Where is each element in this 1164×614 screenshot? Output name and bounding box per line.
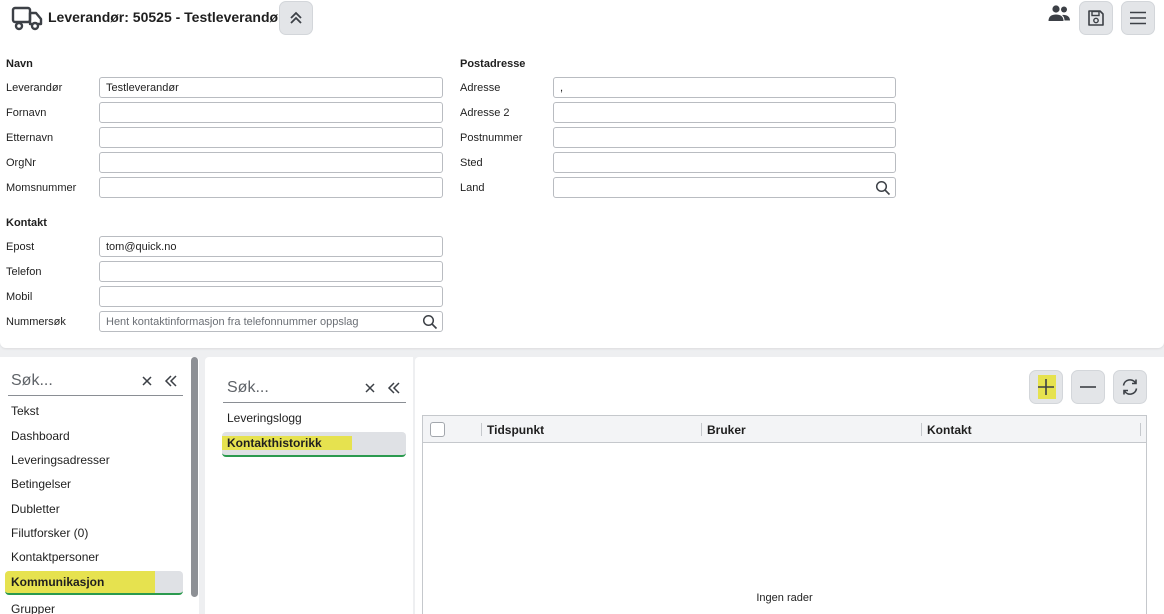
data-grid: Tidspunkt Bruker Kontakt Ingen rader	[422, 415, 1147, 614]
scrollbar[interactable]	[191, 357, 198, 597]
column-separator	[481, 423, 482, 436]
section-heading-kontakt: Kontakt	[6, 217, 47, 229]
add-row-button[interactable]	[1029, 370, 1063, 404]
refresh-icon	[1122, 379, 1138, 395]
clear-search-icon[interactable]	[141, 375, 153, 387]
nav-item-dashboard[interactable]: Dashboard	[11, 429, 70, 443]
label-fornavn: Fornavn	[6, 107, 47, 119]
floppy-disk-icon	[1088, 10, 1104, 26]
search-underline	[223, 402, 406, 403]
column-header-bruker[interactable]: Bruker	[707, 423, 746, 437]
hamburger-icon	[1130, 11, 1146, 25]
column-separator	[701, 423, 702, 436]
select-all-checkbox[interactable]	[430, 422, 445, 437]
search-icon[interactable]	[875, 180, 891, 196]
epost-input[interactable]	[99, 236, 443, 257]
empty-state-text: Ingen rader	[756, 592, 813, 604]
collapse-header-button[interactable]	[279, 1, 313, 35]
label-mobil: Mobil	[6, 291, 33, 303]
nav-item-betingelser[interactable]: Betingelser	[11, 477, 71, 491]
collapse-panel-icon[interactable]	[164, 375, 178, 387]
label-postnummer: Postnummer	[460, 132, 523, 144]
minus-icon	[1080, 386, 1096, 388]
search-icon[interactable]	[422, 314, 438, 330]
telefon-input[interactable]	[99, 261, 443, 282]
label-adresse-2: Adresse 2	[460, 107, 510, 119]
supplier-form-card: Leverandør: 50525 - Testleverandør Navn …	[0, 0, 1164, 348]
label-sted: Sted	[460, 157, 483, 169]
adresse-input[interactable]	[553, 77, 896, 98]
nav-item-tekst[interactable]: Tekst	[11, 404, 39, 418]
adresse-2-input[interactable]	[553, 102, 896, 123]
nav-item-label: Kommunikasjon	[11, 575, 105, 589]
label-nummersok: Nummersøk	[6, 316, 66, 328]
double-chevron-up-icon	[290, 11, 302, 24]
clear-search-icon[interactable]	[364, 382, 376, 394]
etternavn-input[interactable]	[99, 127, 443, 148]
column-separator	[921, 423, 922, 436]
momsnummer-input[interactable]	[99, 177, 443, 198]
contact-history-panel: Tidspunkt Bruker Kontakt Ingen rader	[415, 357, 1164, 614]
refresh-button[interactable]	[1113, 370, 1147, 404]
label-leverandor: Leverandør	[6, 82, 63, 94]
label-epost: Epost	[6, 241, 35, 253]
sub-nav-item-label: Kontakthistorikk	[227, 436, 322, 450]
nav-item-kommunikasjon[interactable]: Kommunikasjon	[5, 571, 183, 595]
nav-item-grupper[interactable]: Grupper	[11, 602, 55, 614]
label-etternavn: Etternavn	[6, 132, 54, 144]
label-momsnummer: Momsnummer	[6, 182, 77, 194]
column-header-kontakt[interactable]: Kontakt	[927, 423, 972, 437]
nummersok-input[interactable]	[99, 311, 443, 332]
land-input[interactable]	[553, 177, 896, 198]
nav-item-kontaktpersoner[interactable]: Kontaktpersoner	[11, 550, 99, 564]
label-land: Land	[460, 182, 485, 194]
left-nav-search-input[interactable]: Søk...	[11, 372, 53, 390]
mobil-input[interactable]	[99, 286, 443, 307]
left-navigation-panel: Søk... Tekst Dashboard Leveringsadresser…	[0, 357, 199, 614]
column-separator	[1140, 423, 1141, 436]
sted-input[interactable]	[553, 152, 896, 173]
label-telefon: Telefon	[6, 266, 42, 278]
people-icon[interactable]	[1047, 3, 1071, 25]
leverandor-input[interactable]	[99, 77, 443, 98]
sub-nav-item-leveringslogg[interactable]: Leveringslogg	[227, 411, 302, 425]
page-title: Leverandør: 50525 - Testleverandør	[48, 9, 284, 25]
grid-header: Tidspunkt Bruker Kontakt	[423, 416, 1146, 443]
section-heading-postadresse: Postadresse	[460, 58, 526, 70]
nav-item-filutforsker[interactable]: Filutforsker (0)	[11, 526, 88, 540]
nav-item-leveringsadresser[interactable]: Leveringsadresser	[11, 453, 110, 467]
plus-icon	[1038, 379, 1054, 395]
menu-button[interactable]	[1121, 1, 1155, 35]
postnummer-input[interactable]	[553, 127, 896, 148]
label-adresse: Adresse	[460, 82, 501, 94]
sub-nav-item-kontakthistorikk[interactable]: Kontakthistorikk	[222, 432, 406, 457]
label-orgnr: OrgNr	[6, 157, 36, 169]
column-header-tidspunkt[interactable]: Tidspunkt	[487, 423, 544, 437]
sub-navigation-panel: Søk... Leveringslogg Kontakthistorikk	[205, 357, 413, 614]
collapse-panel-icon[interactable]	[387, 382, 401, 394]
sub-nav-search-input[interactable]: Søk...	[227, 379, 269, 397]
section-heading-navn: Navn	[6, 58, 33, 70]
nav-item-dubletter[interactable]: Dubletter	[11, 502, 60, 516]
save-button[interactable]	[1079, 1, 1113, 35]
orgnr-input[interactable]	[99, 152, 443, 173]
truck-icon	[11, 6, 43, 31]
remove-row-button[interactable]	[1071, 370, 1105, 404]
search-underline	[8, 395, 183, 396]
fornavn-input[interactable]	[99, 102, 443, 123]
